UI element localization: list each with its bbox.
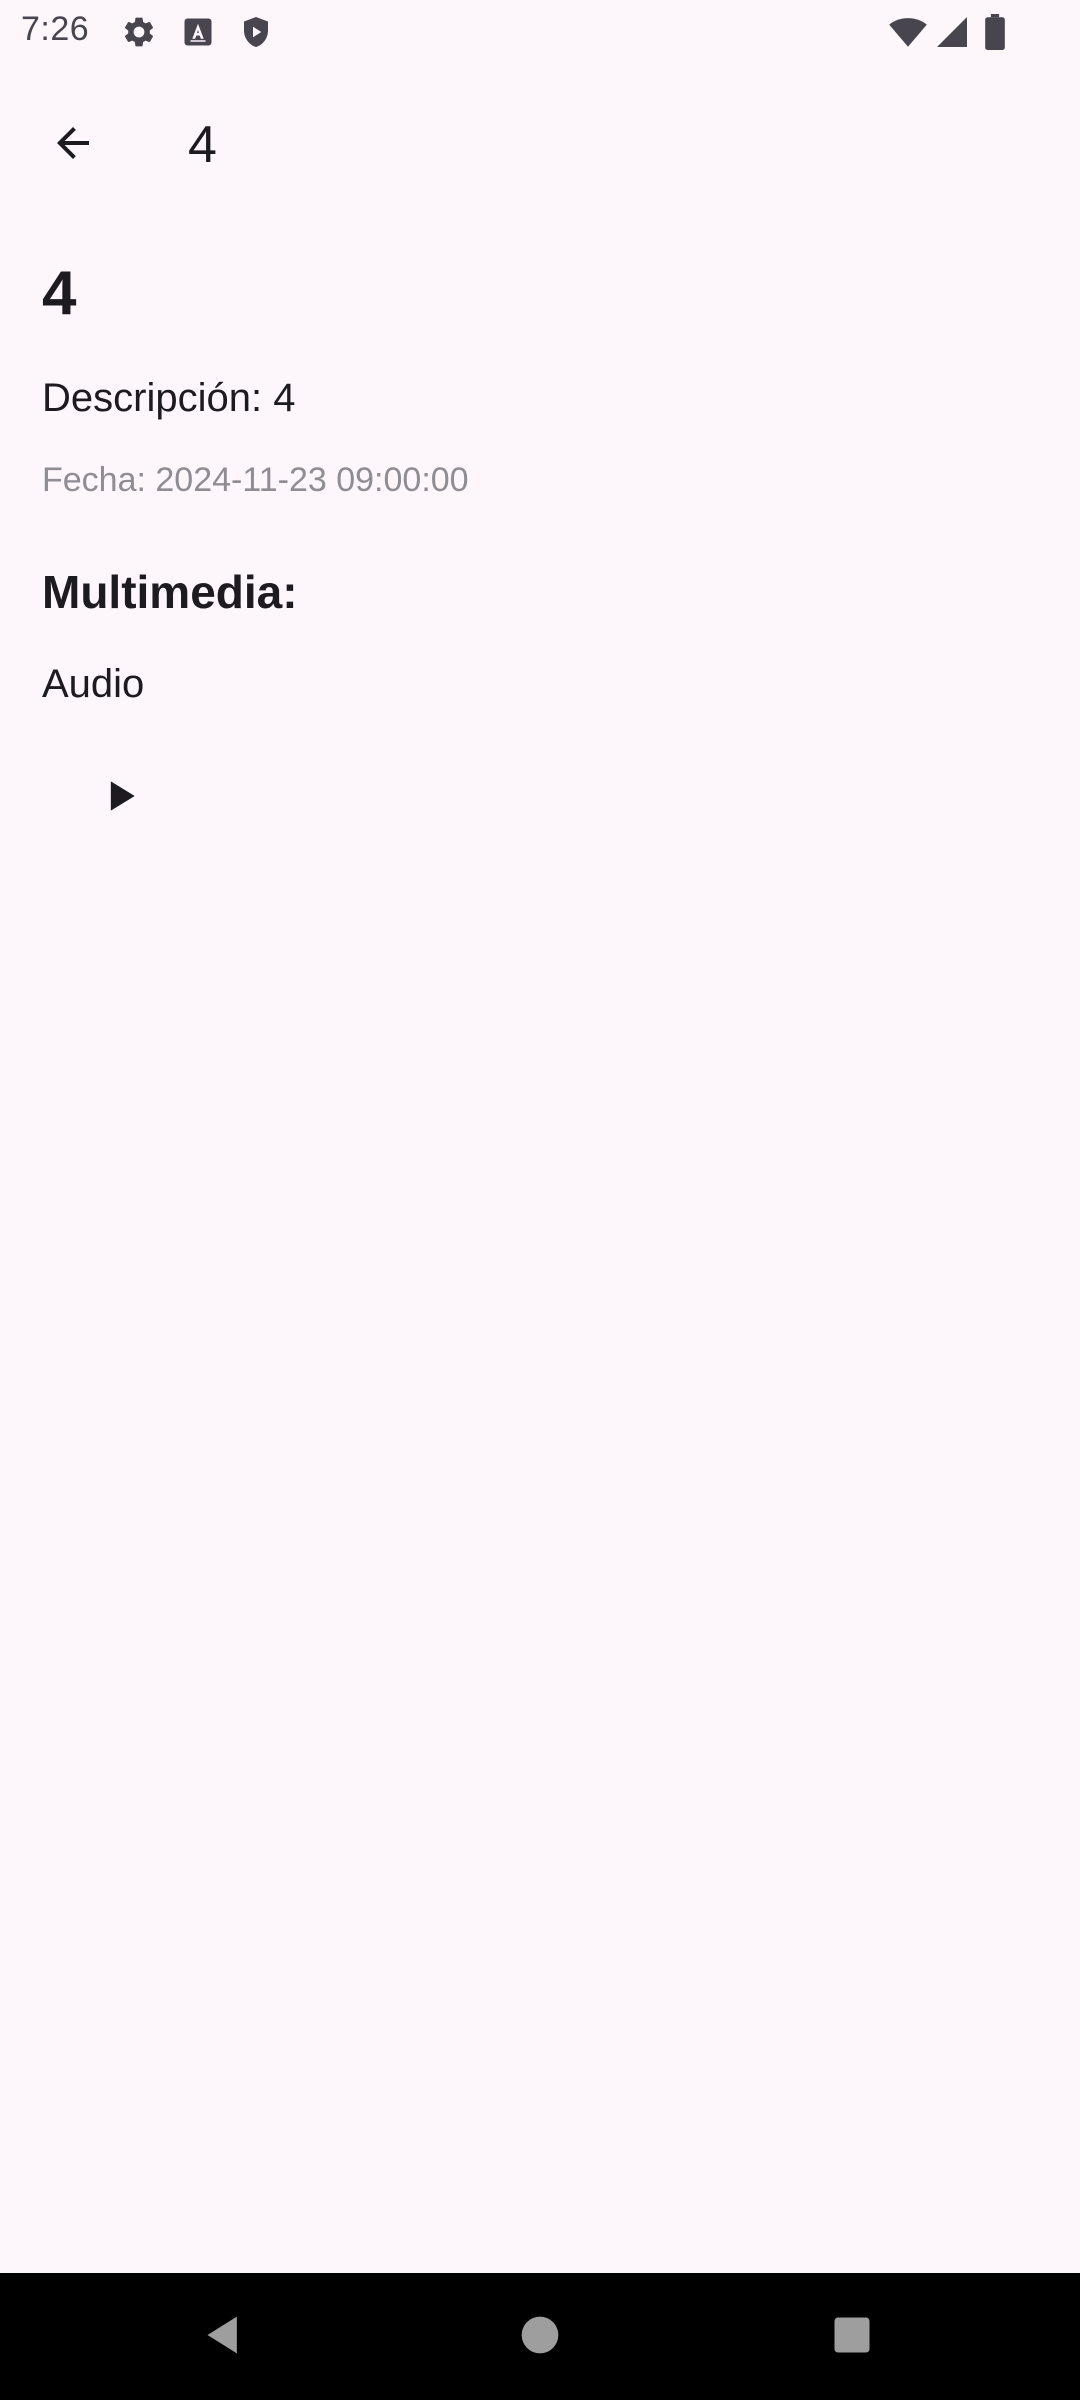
arrow-back-icon bbox=[49, 119, 97, 172]
nav-recents-icon bbox=[831, 2314, 873, 2361]
system-nav-bar bbox=[0, 2273, 1080, 2400]
status-bar: 7:26 bbox=[0, 0, 1080, 62]
shield-play-icon bbox=[238, 14, 274, 55]
text-a-icon bbox=[180, 14, 216, 55]
page-title: 4 bbox=[188, 116, 217, 174]
nav-home-button[interactable] bbox=[498, 2295, 582, 2379]
item-date: Fecha: 2024-11-23 09:00:00 bbox=[42, 461, 469, 499]
wifi-icon bbox=[888, 14, 928, 55]
multimedia-heading: Multimedia: bbox=[42, 566, 298, 618]
top-app-bar: 4 bbox=[0, 62, 1080, 210]
play-audio-button[interactable] bbox=[72, 750, 168, 846]
item-title: 4 bbox=[42, 259, 77, 328]
play-icon bbox=[98, 774, 142, 823]
back-button[interactable] bbox=[30, 102, 116, 188]
battery-icon bbox=[984, 14, 1006, 55]
item-description: Descripción: 4 bbox=[42, 376, 296, 420]
media-type-label: Audio bbox=[42, 662, 145, 706]
nav-back-button[interactable] bbox=[182, 2295, 266, 2379]
status-time: 7:26 bbox=[21, 10, 90, 48]
nav-home-icon bbox=[520, 2315, 560, 2360]
nav-recents-button[interactable] bbox=[810, 2295, 894, 2379]
nav-back-icon bbox=[202, 2313, 246, 2362]
signal-icon bbox=[934, 14, 970, 55]
gear-icon bbox=[121, 14, 157, 55]
